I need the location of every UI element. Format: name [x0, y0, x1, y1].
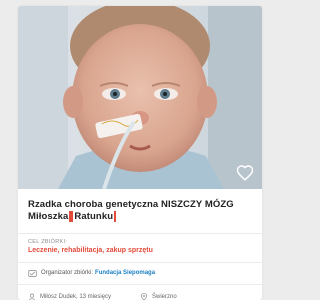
fundraiser-card[interactable]: Rzadka choroba genetyczna NISZCZY MÓZG M… [18, 6, 262, 300]
beneficiary: Miłosz Dudek, 13 miesięcy [40, 294, 112, 300]
divider [18, 284, 262, 285]
divider [18, 233, 262, 234]
title-line-2: Miłoszka Ratunku [28, 211, 254, 223]
title-plea: Ratunku [71, 211, 117, 222]
location: Świerzno [140, 293, 177, 300]
goal-text: Leczenie, rehabilitacja, zakup sprzętu [28, 247, 153, 254]
organizer-row: Organizator zbiórki: Fundacja Siepomaga [28, 268, 155, 278]
organizer-link[interactable]: Fundacja Siepomaga [95, 270, 155, 276]
organizer-label: Organizator zbiórki: [41, 270, 94, 276]
child-photo-image [18, 6, 262, 189]
heart-icon[interactable] [236, 164, 254, 182]
fundraiser-title[interactable]: Rzadka choroba genetyczna NISZCZY MÓZG M… [28, 199, 254, 223]
title-name: Miłoszka [28, 211, 72, 222]
child-photo[interactable] [18, 6, 262, 189]
fundraiser-icon [28, 269, 37, 277]
title-line-1: Rzadka choroba genetyczna NISZCZY MÓZG [28, 199, 234, 210]
location-text: Świerzno [152, 294, 177, 300]
meta-row: Miłosz Dudek, 13 miesięcy Świerzno [28, 292, 258, 300]
location-pin-icon [140, 293, 148, 300]
goal-label: CEL ZBIÓRKI: [28, 239, 68, 245]
divider [18, 262, 262, 263]
person-icon [28, 293, 36, 300]
